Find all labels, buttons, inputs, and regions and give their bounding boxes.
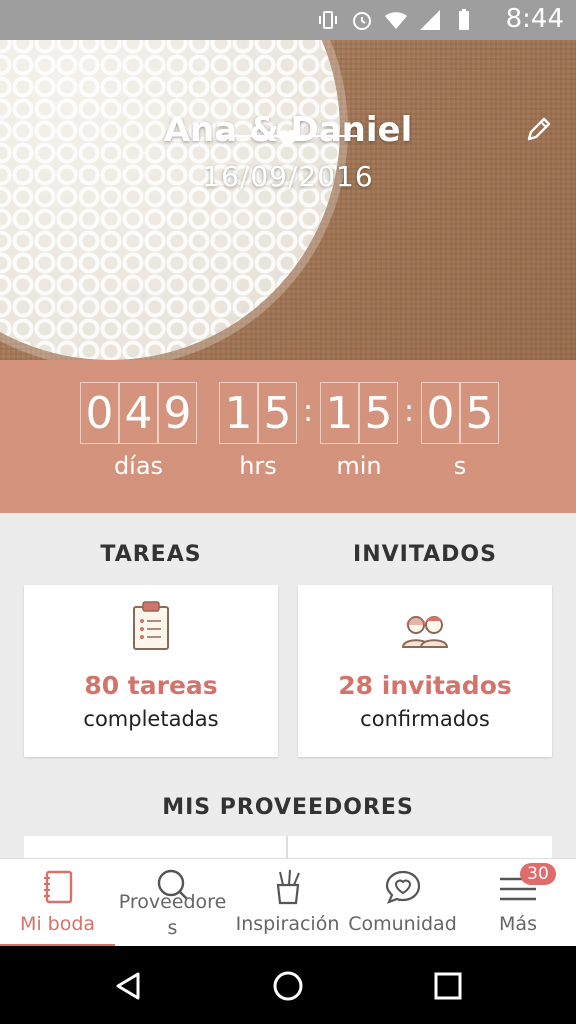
notebook-icon — [43, 870, 72, 904]
guests-title: INVITADOS — [353, 542, 497, 567]
minutes-label: min — [336, 452, 382, 480]
countdown-panel: 0 4 9 1 5 : 1 5 : 0 5 días hrs min s — [0, 360, 576, 513]
tasks-subtitle: completadas — [83, 707, 219, 731]
lace-doily-decoration — [0, 40, 340, 360]
recents-icon[interactable] — [430, 968, 466, 1004]
notification-badge: 30 — [520, 863, 556, 885]
status-icons — [316, 8, 476, 32]
bottom-tab-bar: Mi boda Proveedores Inspiración Comunida… — [0, 858, 576, 947]
tab-label: Mi boda — [19, 913, 96, 935]
guests-subtitle: confirmados — [360, 707, 490, 731]
chat-heart-icon — [385, 870, 420, 904]
vibrate-icon — [319, 11, 337, 29]
alarm-icon — [353, 12, 371, 30]
seconds-label: s — [453, 452, 467, 480]
tasks-count: 80 tareas — [84, 671, 218, 700]
tab-comunidad[interactable]: Comunidad — [345, 859, 460, 947]
hours-label: hrs — [239, 452, 277, 480]
tab-label: Más — [499, 913, 537, 935]
guests-card[interactable]: 28 invitados confirmados — [298, 585, 552, 757]
time-separator: : — [404, 394, 415, 429]
tab-inspiracion[interactable]: Inspiración — [230, 859, 345, 947]
status-time: 8:44 — [505, 4, 564, 34]
minutes-digit: 5 — [359, 382, 398, 444]
tab-mi-boda[interactable]: Mi boda — [0, 859, 115, 947]
days-counter: 0 4 9 — [80, 382, 197, 444]
tab-mas[interactable]: 30 Más — [460, 859, 576, 947]
wifi-icon — [385, 12, 407, 29]
seconds-digit: 5 — [460, 382, 499, 444]
tasks-title: TAREAS — [100, 542, 202, 567]
minutes-counter: 1 5 — [320, 382, 398, 444]
hero-banner: Ana & Daniel 16/09/2016 — [0, 40, 576, 360]
hours-digit: 5 — [258, 382, 297, 444]
wedding-date: 16/09/2016 — [202, 160, 374, 193]
couple-icon — [401, 616, 449, 648]
status-bar: 8:44 — [0, 0, 576, 40]
android-nav-bar — [0, 946, 576, 1024]
time-separator: : — [303, 394, 314, 429]
back-icon[interactable] — [110, 968, 146, 1004]
clipboard-checklist-icon — [133, 601, 169, 650]
battery-icon — [459, 9, 469, 30]
tasks-card[interactable]: 80 tareas completadas — [24, 585, 278, 757]
days-label: días — [113, 452, 164, 480]
days-digit: 0 — [80, 382, 119, 444]
tab-proveedores[interactable]: Proveedores — [115, 859, 230, 947]
guests-count: 28 invitados — [338, 671, 512, 700]
minutes-digit: 1 — [320, 382, 359, 444]
hours-digit: 1 — [219, 382, 258, 444]
pencil-icon[interactable] — [524, 114, 554, 144]
days-digit: 4 — [119, 382, 158, 444]
seconds-digit: 0 — [421, 382, 460, 444]
providers-title: MIS PROVEEDORES — [162, 795, 414, 820]
heart-icon — [279, 130, 297, 147]
tab-label: Proveedores — [118, 891, 227, 939]
hours-counter: 1 5 — [219, 382, 297, 444]
tab-label: Comunidad — [348, 913, 457, 935]
home-icon[interactable] — [270, 968, 306, 1004]
signal-icon — [420, 10, 440, 30]
tab-label: Inspiración — [235, 913, 340, 935]
days-digit: 9 — [158, 382, 197, 444]
brush-cup-icon — [276, 869, 300, 905]
seconds-counter: 0 5 — [421, 382, 499, 444]
